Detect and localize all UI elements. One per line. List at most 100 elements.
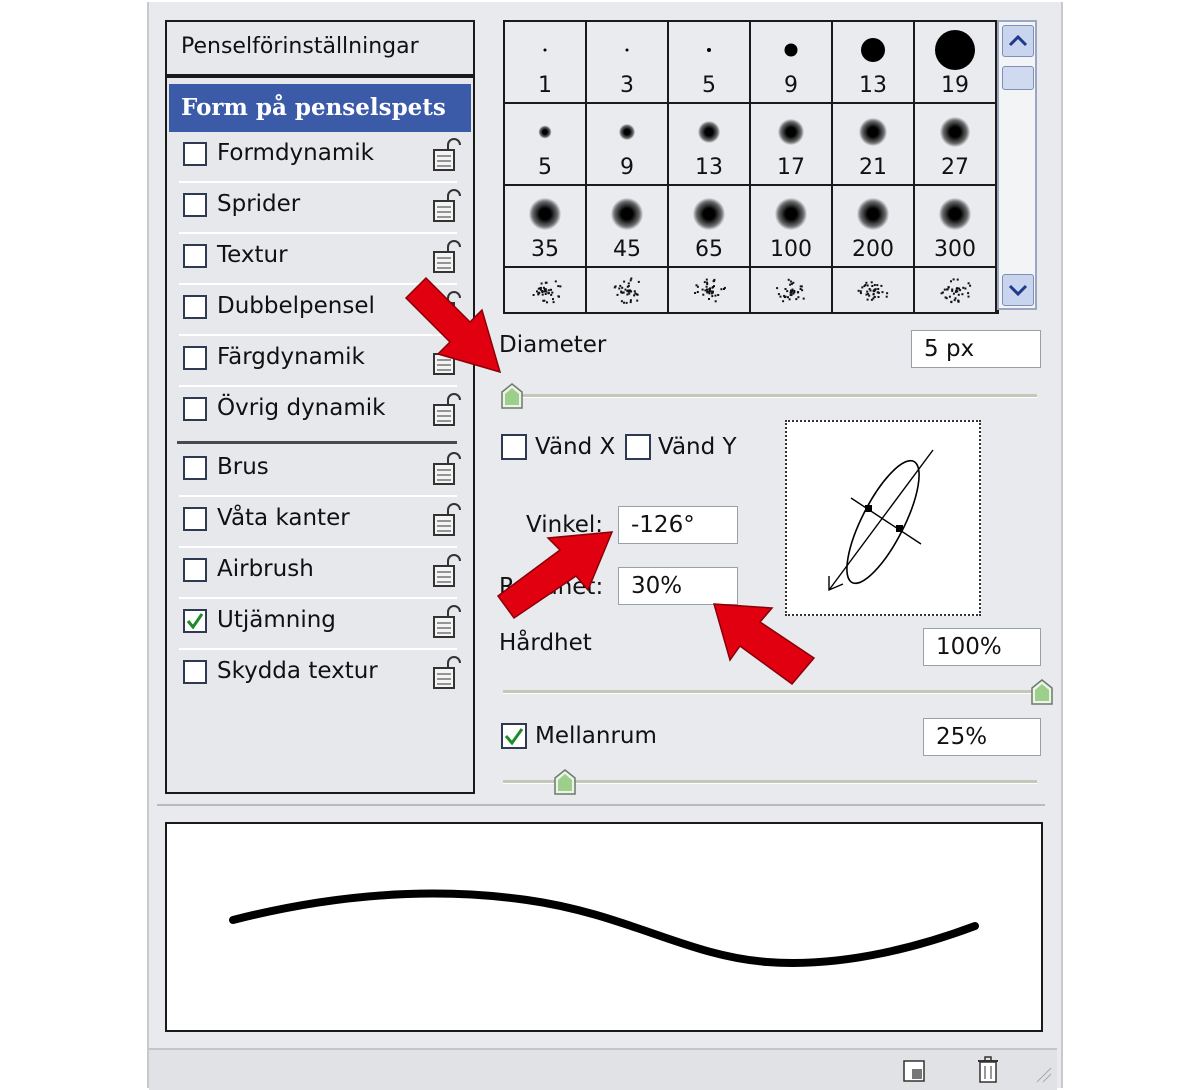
- brush-size-label: 300: [934, 237, 976, 262]
- settings-row[interactable]: Airbrush: [169, 548, 471, 599]
- brush-preset-cell[interactable]: 27: [915, 104, 997, 186]
- angle-roundness-preview[interactable]: [785, 420, 981, 616]
- settings-row[interactable]: Övrig dynamik: [169, 387, 471, 435]
- lock-icon[interactable]: [431, 189, 461, 223]
- brush-tip-icon: [611, 198, 643, 230]
- scatter-brush-icon: [940, 278, 972, 304]
- spacing-label: Mellanrum: [535, 723, 657, 749]
- trash-icon[interactable]: [975, 1054, 1001, 1086]
- brush-preset-cell[interactable]: 1: [505, 22, 587, 104]
- lock-icon[interactable]: [431, 452, 461, 486]
- resize-grip-icon[interactable]: [1031, 1062, 1053, 1084]
- brush-preset-cell[interactable]: 35: [505, 186, 587, 268]
- settings-row-checkbox[interactable]: [183, 558, 207, 582]
- settings-row-checkbox[interactable]: [183, 397, 207, 421]
- lock-icon[interactable]: [431, 393, 461, 427]
- brush-tip-shape-item[interactable]: Form på penselspets: [169, 84, 471, 132]
- lock-icon[interactable]: [431, 656, 461, 690]
- settings-row[interactable]: Formdynamik: [169, 132, 471, 183]
- settings-row-checkbox[interactable]: [183, 244, 207, 268]
- hardness-label: Hårdhet: [499, 630, 592, 656]
- brush-preset-cell[interactable]: 3: [587, 22, 669, 104]
- flip-y-checkbox[interactable]: [625, 434, 651, 460]
- settings-row-checkbox[interactable]: [183, 193, 207, 217]
- settings-row[interactable]: Sprider: [169, 183, 471, 234]
- brush-tip-icon: [778, 119, 804, 145]
- brush-preset-cell[interactable]: [669, 268, 751, 312]
- lock-icon[interactable]: [431, 503, 461, 537]
- brush-preset-cell[interactable]: 13: [833, 22, 915, 104]
- brush-preset-cell[interactable]: 5: [505, 104, 587, 186]
- settings-row-checkbox[interactable]: [183, 456, 207, 480]
- flip-x-checkbox[interactable]: [501, 434, 527, 460]
- settings-row-label: Dubbelpensel: [217, 293, 375, 319]
- scroll-thumb[interactable]: [1002, 66, 1034, 90]
- scroll-up-button[interactable]: [1002, 25, 1034, 57]
- settings-row-checkbox[interactable]: [183, 346, 207, 370]
- lock-icon[interactable]: [431, 554, 461, 588]
- diameter-slider-thumb[interactable]: [500, 382, 524, 410]
- diameter-slider-track[interactable]: [503, 394, 1037, 398]
- brush-preset-cell[interactable]: [833, 268, 915, 312]
- brush-preset-cell[interactable]: 45: [587, 186, 669, 268]
- brush-preset-cell[interactable]: 13: [669, 104, 751, 186]
- brush-grid-scrollbar[interactable]: [997, 20, 1037, 310]
- brush-tip-icon: [619, 124, 635, 140]
- settings-row-checkbox[interactable]: [183, 507, 207, 531]
- settings-row[interactable]: Skydda textur: [169, 650, 471, 698]
- brush-preset-cell[interactable]: 300: [915, 186, 997, 268]
- settings-row[interactable]: Brus: [169, 446, 471, 497]
- brush-size-label: 65: [695, 237, 723, 262]
- brush-preset-cell[interactable]: [505, 268, 587, 312]
- brush-preset-cell[interactable]: [587, 268, 669, 312]
- scroll-down-button[interactable]: [1002, 274, 1034, 306]
- lock-icon[interactable]: [431, 138, 461, 172]
- brush-tip-icon: [543, 48, 547, 52]
- brush-tip-icon: [939, 198, 971, 230]
- brush-settings-list: Penselförinställningar Form på penselspe…: [165, 20, 475, 794]
- hardness-field[interactable]: 100%: [923, 628, 1041, 666]
- brush-preset-cell[interactable]: 9: [751, 22, 833, 104]
- spacing-checkbox[interactable]: [501, 723, 527, 749]
- settings-row-label: Utjämning: [217, 607, 336, 633]
- brush-size-label: 9: [620, 155, 634, 180]
- spacing-slider-track[interactable]: [503, 780, 1037, 784]
- lock-icon[interactable]: [431, 240, 461, 274]
- angle-field[interactable]: -126°: [618, 506, 738, 544]
- brush-preset-cell[interactable]: [915, 268, 997, 312]
- brush-preset-cell[interactable]: 100: [751, 186, 833, 268]
- brush-preset-cell[interactable]: 65: [669, 186, 751, 268]
- brush-preset-cell[interactable]: 9: [587, 104, 669, 186]
- brush-size-label: 5: [538, 155, 552, 180]
- brush-tip-icon: [859, 118, 887, 146]
- settings-row-checkbox[interactable]: [183, 660, 207, 684]
- settings-row[interactable]: Våta kanter: [169, 497, 471, 548]
- brush-size-label: 17: [777, 155, 805, 180]
- brush-size-label: 35: [531, 237, 559, 262]
- brush-preset-cell[interactable]: 19: [915, 22, 997, 104]
- diameter-field[interactable]: 5 px: [911, 330, 1041, 368]
- spacing-field[interactable]: 25%: [923, 718, 1041, 756]
- brush-presets-item[interactable]: Penselförinställningar: [181, 34, 419, 59]
- settings-row-label: Brus: [217, 454, 269, 480]
- lock-icon[interactable]: [431, 605, 461, 639]
- brush-preset-cell[interactable]: 17: [751, 104, 833, 186]
- brush-preset-cell[interactable]: [751, 268, 833, 312]
- brush-preset-cell[interactable]: 21: [833, 104, 915, 186]
- chevron-down-icon: [1008, 284, 1028, 297]
- hardness-slider-track[interactable]: [503, 690, 1037, 694]
- brush-size-label: 5: [702, 73, 716, 98]
- settings-row-checkbox[interactable]: [183, 609, 207, 633]
- brush-tip-icon: [698, 121, 720, 143]
- settings-row-checkbox[interactable]: [183, 295, 207, 319]
- brush-preset-cell[interactable]: 200: [833, 186, 915, 268]
- settings-row-checkbox[interactable]: [183, 142, 207, 166]
- new-preset-icon[interactable]: [901, 1058, 927, 1084]
- brush-tip-icon: [625, 48, 629, 52]
- hardness-slider-thumb[interactable]: [1030, 678, 1054, 706]
- brush-tip-icon: [857, 198, 889, 230]
- settings-row[interactable]: Utjämning: [169, 599, 471, 650]
- brush-preset-cell[interactable]: 5: [669, 22, 751, 104]
- spacing-slider-thumb[interactable]: [553, 768, 577, 796]
- flip-x-label: Vänd X: [535, 434, 616, 460]
